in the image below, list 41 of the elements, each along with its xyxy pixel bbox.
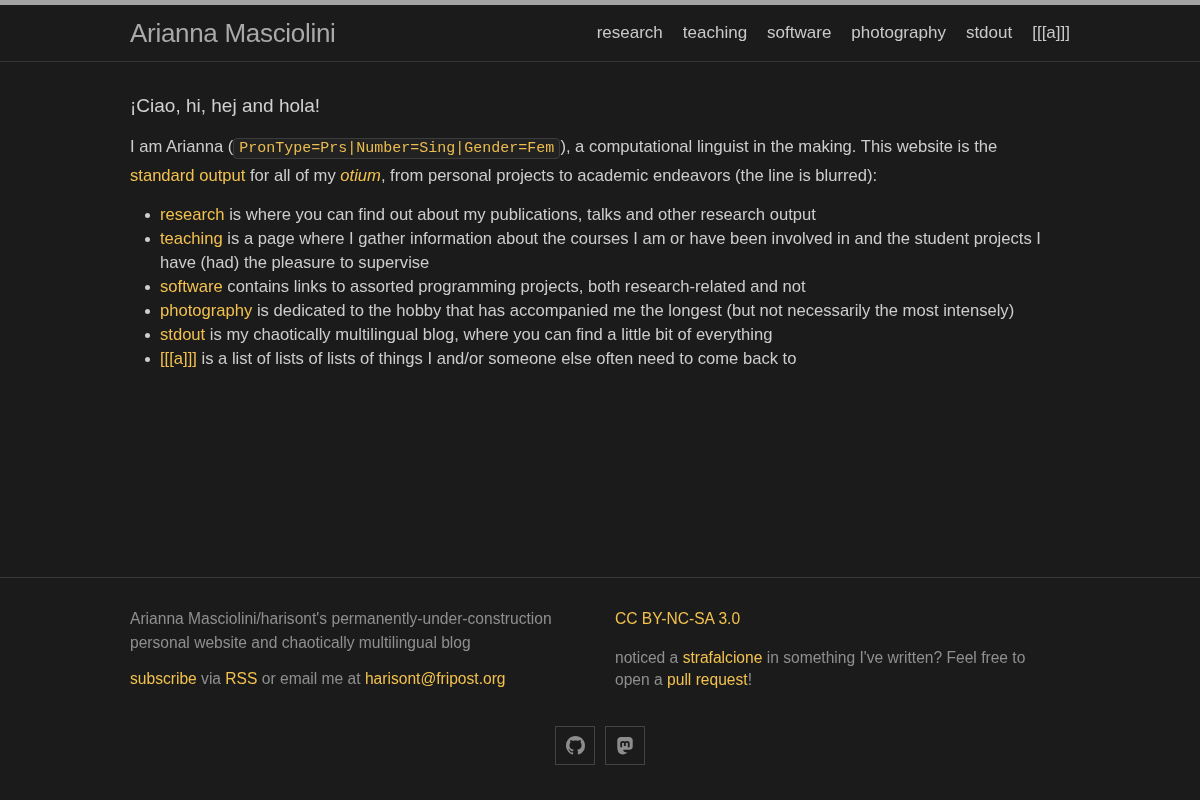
social-link-button[interactable] — [555, 726, 595, 765]
greeting-heading: ¡Ciao, hi, hej and hola! — [130, 94, 322, 118]
inline-link[interactable]: [[[a]]] — [160, 349, 197, 368]
inline-link[interactable]: pull request — [667, 671, 748, 688]
inline-link[interactable]: research — [160, 205, 225, 224]
contact-line: subscribe via RSS or email me at harisont@fripost.org — [130, 669, 507, 689]
list-item-text: stdout is my chaotically multilingual blog, where you can find a little bit of everything — [160, 324, 774, 346]
inline-link[interactable]: teaching — [160, 229, 223, 248]
inline-link[interactable]: strafalcione — [682, 649, 763, 666]
inline-link[interactable]: RSS — [225, 670, 258, 687]
nav-link[interactable]: research — [596, 23, 663, 43]
nav-link[interactable]: [[[a]]] — [1032, 23, 1070, 43]
nav-link[interactable]: stdout — [965, 23, 1013, 43]
inline-link[interactable]: standard output — [130, 166, 246, 185]
inline-link[interactable]: subscribe — [130, 670, 197, 687]
code-snippet: PronType=Prs|Number=Sing|Gender=Fem — [233, 138, 561, 159]
bullet-icon — [145, 309, 150, 314]
bullet-icon — [145, 333, 150, 338]
list-item-text: photography is dedicated to the hobby that has accompanied me the longest (but not necessarily the most intensely) — [160, 300, 1016, 322]
bullet-icon — [145, 285, 150, 290]
nav-link[interactable]: teaching — [682, 23, 748, 43]
nav-link[interactable]: software — [767, 23, 832, 43]
nav-link[interactable]: photography — [851, 23, 946, 43]
list-item-text: software contains links to assorted programming projects, both research-related and not — [160, 276, 807, 298]
site-description: Arianna Masciolini/harisont's permanently-under-construction personal website and chaotically multilingual blog — [130, 609, 553, 653]
site-title[interactable]: Arianna Masciolini — [130, 17, 336, 49]
bullet-icon — [145, 237, 150, 242]
list-item-text: [[[a]]] is a list of lists of lists of things I and/or someone else often need to come back to — [160, 348, 798, 370]
bullet-icon — [145, 357, 150, 362]
inline-link[interactable]: software — [160, 277, 223, 296]
inline-link[interactable]: photography — [160, 301, 253, 320]
mastodon-icon — [617, 736, 633, 755]
bullet-icon — [145, 213, 150, 218]
inline-link[interactable]: harisont@fripost.org — [364, 670, 506, 687]
intro-paragraph: I am Arianna ( PronType=Prs|Number=Sing|Gender=Fem ), a computational linguist in the making. This website is the standard output for all of my otium, from personal projects to academic endeavors (the line is blurred): — [130, 136, 999, 187]
list-item-text: research is where you can find out about my publications, talks and other research output — [160, 204, 817, 226]
github-icon — [565, 736, 585, 755]
license-link[interactable]: CC BY-NC-SA 3.0 — [615, 610, 741, 627]
inline-link[interactable]: stdout — [160, 325, 206, 344]
feedback-note: noticed a strafalcione in something I've written? Feel free to open a pull request! — [615, 648, 1027, 690]
social-link-button[interactable] — [605, 726, 645, 765]
